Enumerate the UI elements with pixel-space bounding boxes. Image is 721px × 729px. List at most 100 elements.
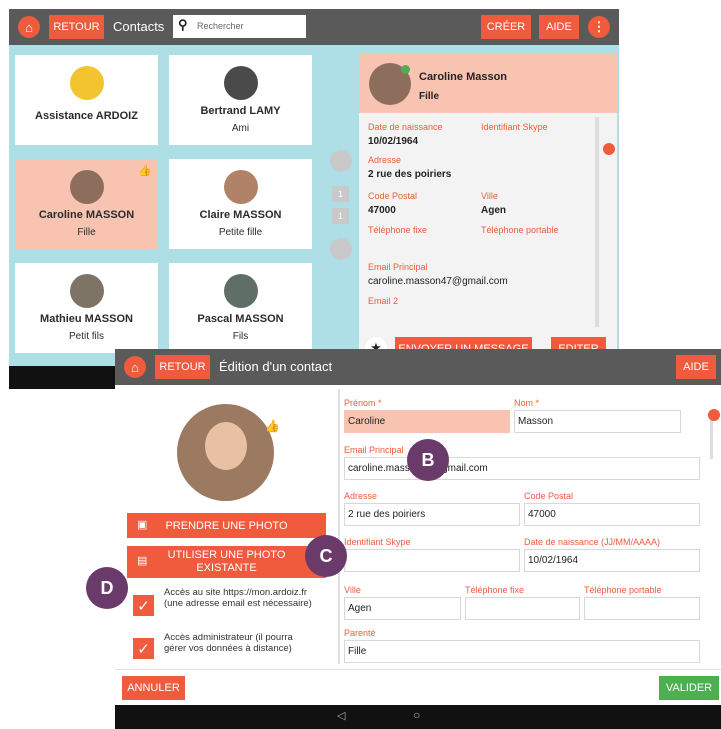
- marker-b: B: [407, 439, 449, 481]
- divider: [338, 389, 340, 664]
- contact-name: Caroline MASSON: [38, 209, 135, 221]
- contact-card[interactable]: Mathieu MASSON Petit fils: [15, 263, 158, 353]
- contact-name: Pascal MASSON: [197, 313, 284, 325]
- email-field[interactable]: caroline.masson47@gmail.com: [344, 457, 700, 480]
- home-icon[interactable]: ⌂: [124, 356, 146, 378]
- camera-icon: ▣: [137, 519, 148, 531]
- thumbs-up-icon: 👍: [265, 419, 280, 433]
- relation-label: Parenté: [344, 628, 376, 638]
- label: Ville: [481, 191, 498, 201]
- android-nav-bar: [9, 366, 115, 389]
- contact-role: Fils: [232, 331, 249, 342]
- dob-field[interactable]: 10/02/1964: [524, 549, 700, 572]
- take-photo-label: PRENDRE UNE PHOTO: [165, 519, 288, 532]
- contact-card[interactable]: 👍 Caroline MASSON Fille: [15, 159, 158, 249]
- first-name-field[interactable]: Caroline: [344, 410, 510, 433]
- admin-access-checkbox[interactable]: ✓: [133, 638, 154, 659]
- mobile-field[interactable]: [584, 597, 700, 620]
- avatar: [224, 274, 258, 308]
- contact-card[interactable]: Claire MASSON Petite fille: [169, 159, 312, 249]
- search-input[interactable]: ⚲ Rechercher: [173, 15, 306, 38]
- value: 10/02/1964: [368, 136, 419, 147]
- gallery-icon: ▤: [137, 555, 148, 567]
- contact-name: Bertrand LAMY: [200, 105, 281, 117]
- contact-card[interactable]: Pascal MASSON Fils: [169, 263, 312, 353]
- last-name-field[interactable]: Masson: [514, 410, 681, 433]
- mobile-label: Téléphone portable: [584, 585, 662, 595]
- use-existing-photo-button[interactable]: ▤ UTILISER UNE PHOTO EXISTANTE: [127, 546, 326, 578]
- validate-button[interactable]: VALIDER: [659, 676, 719, 700]
- marker-letter: D: [100, 577, 114, 598]
- city-label: Ville: [344, 585, 361, 595]
- back-button[interactable]: RETOUR: [49, 15, 104, 39]
- dob-label: Date de naissance (JJ/MM/AAAA): [524, 537, 661, 547]
- cancel-button[interactable]: ANNULER: [122, 676, 185, 700]
- avatar: [70, 66, 104, 100]
- marker-letter: B: [421, 449, 435, 470]
- city-field[interactable]: Agen: [344, 597, 461, 620]
- contact-card[interactable]: Assistance ARDOIZ: [15, 55, 158, 145]
- label: Téléphone fixe: [368, 225, 428, 235]
- back-nav-icon[interactable]: ◁: [337, 709, 345, 722]
- scroll-thumb[interactable]: [603, 143, 615, 155]
- marker-d: D: [86, 567, 128, 609]
- phone-field[interactable]: [465, 597, 580, 620]
- marker-letter: C: [319, 545, 333, 566]
- site-access-checkbox[interactable]: ✓: [133, 595, 154, 616]
- page-down-button[interactable]: [330, 238, 352, 260]
- contact-card[interactable]: Bertrand LAMY Ami: [169, 55, 312, 145]
- page-title: Édition d'un contact: [219, 359, 333, 374]
- create-button[interactable]: CRÉER: [481, 15, 531, 39]
- search-placeholder: Rechercher: [197, 21, 244, 31]
- postal-code-field[interactable]: 47000: [524, 503, 700, 526]
- android-nav-bar: ◁ ○: [115, 705, 721, 729]
- last-name-label: Nom *: [514, 398, 540, 408]
- value: Agen: [481, 205, 506, 216]
- contact-detail-panel: Caroline Masson Fille Date de naissance …: [359, 53, 617, 385]
- scrollbar[interactable]: [595, 117, 599, 327]
- label: Téléphone portable: [481, 225, 559, 235]
- back-button[interactable]: RETOUR: [155, 355, 210, 379]
- phone-label: Téléphone fixe: [465, 585, 525, 595]
- edit-toolbar: ⌂ RETOUR Édition d'un contact AIDE: [115, 349, 721, 385]
- skype-label: Identifiant Skype: [344, 537, 411, 547]
- take-photo-button[interactable]: ▣ PRENDRE UNE PHOTO: [127, 513, 326, 538]
- contact-name: Claire MASSON: [199, 209, 282, 221]
- avatar: [70, 274, 104, 308]
- value: caroline.masson47@gmail.com: [368, 276, 508, 287]
- label: Code Postal: [368, 191, 418, 201]
- admin-access-label: Accès administrateur (il pourra gérer vo…: [164, 632, 293, 654]
- address-label: Adresse: [344, 491, 378, 501]
- scrollbar[interactable]: [710, 419, 713, 459]
- avatar: [224, 66, 258, 100]
- more-menu-icon[interactable]: ⋮: [588, 16, 610, 38]
- contacts-toolbar: ⌂ RETOUR Contacts ⚲ Rechercher CRÉER AID…: [9, 9, 619, 45]
- email-label: Email Principal: [344, 445, 404, 455]
- search-icon: ⚲: [178, 17, 188, 32]
- skype-field[interactable]: [344, 549, 520, 572]
- divider: [115, 669, 721, 670]
- scroll-thumb[interactable]: [708, 409, 720, 421]
- label: Email 2: [368, 296, 399, 306]
- relation-field[interactable]: Fille: [344, 640, 700, 663]
- label: Adresse: [368, 155, 402, 165]
- address-field[interactable]: 2 rue des poiriers: [344, 503, 520, 526]
- postal-code-label: Code Postal: [524, 491, 574, 501]
- contact-name: Assistance ARDOIZ: [35, 110, 138, 122]
- contact-role: Ami: [231, 123, 250, 134]
- face-shape: [205, 422, 247, 470]
- home-icon[interactable]: ⌂: [18, 16, 40, 38]
- value: 47000: [368, 205, 396, 216]
- thumbs-up-icon: 👍: [138, 165, 152, 177]
- first-name-label: Prénom *: [344, 398, 382, 408]
- page-up-button[interactable]: [330, 150, 352, 172]
- site-access-label: Accès au site https://mon.ardoiz.fr (une…: [164, 587, 312, 609]
- contact-role: Fille: [77, 227, 96, 238]
- contact-photo: [177, 404, 274, 501]
- help-button[interactable]: AIDE: [676, 355, 716, 379]
- edit-contact-screen: ⌂ RETOUR Édition d'un contact AIDE 👍 ▣ P…: [115, 349, 721, 729]
- label: Identifiant Skype: [481, 122, 548, 132]
- label: Email Principal: [368, 262, 428, 272]
- home-nav-icon[interactable]: ○: [413, 708, 420, 722]
- help-button[interactable]: AIDE: [539, 15, 579, 39]
